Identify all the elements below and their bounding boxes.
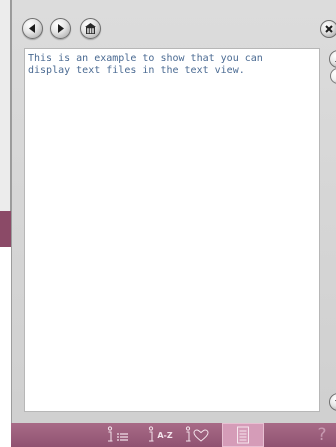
screen: This is an example to show that you can … [0,0,336,447]
text-view-tab[interactable] [222,423,264,447]
arrow-left-icon [29,24,35,33]
forward-button[interactable] [50,18,71,39]
text-view-panel: This is an example to show that you can … [11,0,336,447]
scroll-thumb[interactable] [330,68,336,84]
info-list-icon [107,426,128,442]
close-button[interactable] [320,20,336,38]
info-az-button[interactable]: A-Z [144,425,176,445]
scroll-up-button[interactable] [329,50,336,68]
info-list-button[interactable] [106,425,134,445]
background-window [0,0,11,262]
back-button[interactable] [22,18,43,39]
info-favorites-button[interactable] [183,425,215,445]
help-icon: ? [317,425,327,445]
document-icon [237,426,249,444]
text-line: display text files in the text view. [28,65,245,76]
close-icon [325,25,333,33]
background-window-strip [0,211,11,247]
background-window-bottom [0,247,11,262]
text-line: This is an example to show that you can [28,53,263,64]
home-button[interactable] [80,18,101,39]
arrow-right-icon [58,24,64,33]
az-label: A-Z [157,430,173,440]
info-icon [149,426,154,442]
info-heart-icon [185,426,209,442]
text-view-content[interactable]: This is an example to show that you can … [24,48,320,412]
scroll-down-button[interactable] [329,393,336,411]
home-icon [85,23,96,34]
bottom-toolbar: A-Z ? [11,423,336,447]
help-button[interactable]: ? [313,425,331,445]
